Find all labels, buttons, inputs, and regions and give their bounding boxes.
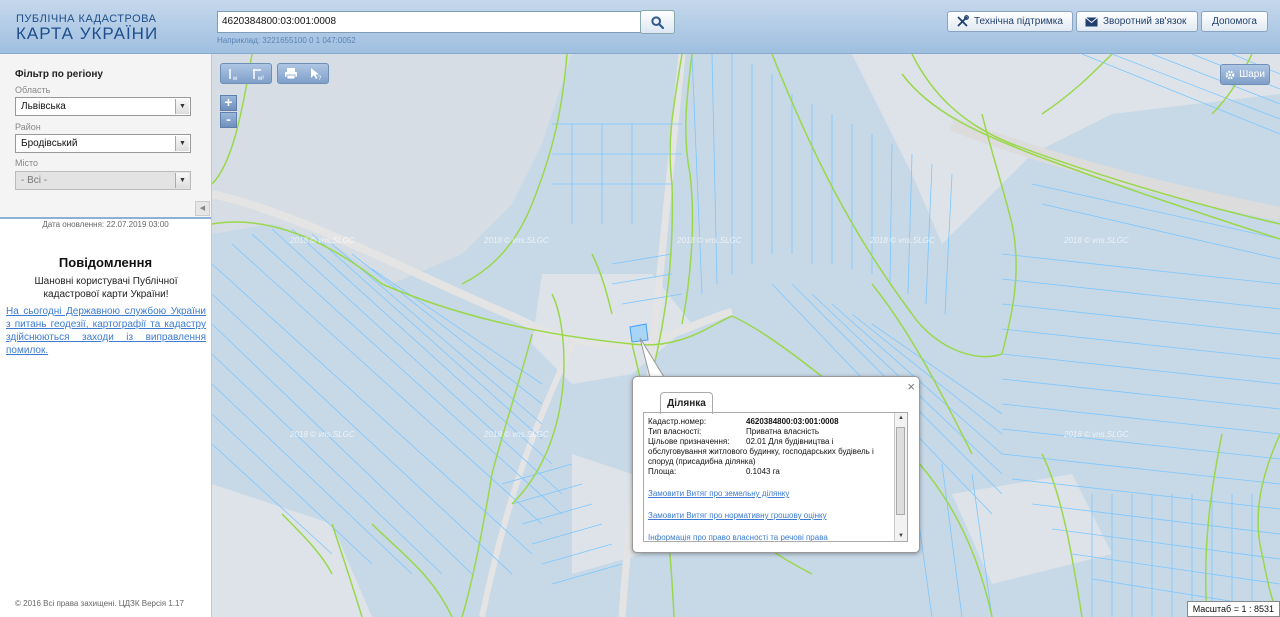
measure-area-button[interactable]: м² (246, 64, 271, 83)
layers-button[interactable]: Шари (1220, 64, 1270, 85)
notice-link[interactable]: На сьогодні Державною службою України з … (6, 305, 206, 357)
logo-line2: КАРТА УКРАЇНИ (16, 24, 159, 43)
purpose-label: Цільове призначення: (648, 437, 730, 446)
search-hint: Наприклад: 3221655100 0 1 047:0052 (217, 36, 356, 45)
cadastral-map[interactable]: 2018 © vns.SLGC 2018 © vns.SLGC 2018 © v… (212, 54, 1280, 617)
map-watermark: 2018 © vns.SLGC (677, 236, 742, 245)
chevron-down-icon: ▼ (175, 99, 189, 114)
parcel-info: Кадастр.номер: 4620384800:03:001:0008 Ти… (648, 417, 888, 541)
feedback-button[interactable]: Зворотний зв'язок (1076, 11, 1198, 32)
copyright: © 2016 Всі права захищені. ЦДЗК Версія 1… (15, 599, 184, 608)
header: ПУБЛІЧНА КАДАСТРОВА КАРТА УКРАЇНИ 462038… (0, 0, 1280, 54)
area-value: 0.1043 га (746, 467, 780, 476)
city-select-value: - Всі - (21, 175, 48, 186)
district-label: Район (15, 122, 41, 132)
chevron-down-icon: ▼ (175, 173, 189, 188)
identify-button[interactable]: ? (303, 64, 328, 83)
tools-icon (957, 15, 969, 27)
purpose-value: 02.01 Для будівництва і (746, 437, 834, 446)
close-icon[interactable]: × (907, 380, 915, 393)
help-label: Допомога (1212, 16, 1257, 27)
sidebar: Фільтр по регіону Область Львівська ▼ Ра… (0, 54, 212, 617)
region-filter: Фільтр по регіону Область Львівська ▼ Ра… (0, 54, 211, 219)
scroll-thumb[interactable] (896, 427, 905, 515)
city-select[interactable]: - Всі - ▼ (15, 171, 191, 190)
region-select[interactable]: Львівська ▼ (15, 97, 191, 116)
chevron-down-icon: ▼ (175, 136, 189, 151)
info-row: Тип власності: Приватна власність (648, 427, 888, 437)
map-watermark: 2018 © vns.SLGC (290, 430, 355, 439)
map-watermark: 2018 © vns.SLGC (870, 236, 935, 245)
ruler-icon: м (228, 68, 237, 81)
help-button[interactable]: Допомога (1201, 11, 1268, 32)
measure-distance-button[interactable]: м (221, 64, 246, 83)
region-label: Область (15, 85, 51, 95)
city-label: Місто (15, 158, 39, 168)
district-select[interactable]: Бродівський ▼ (15, 134, 191, 153)
info-row: Кадастр.номер: 4620384800:03:001:0008 (648, 417, 888, 427)
map-scale: Масштаб = 1 : 8531 (1186, 601, 1280, 617)
scroll-up-icon[interactable]: ▲ (895, 415, 907, 421)
zoom-out-button[interactable]: - (220, 112, 237, 128)
print-button[interactable] (278, 64, 303, 83)
notice-title: Повідомлення (58, 255, 153, 270)
ownership-value: Приватна власність (746, 427, 820, 436)
area-label: Площа: (648, 467, 677, 476)
district-select-value: Бродівський (21, 138, 78, 149)
parcel-popup: × Ділянка Кадастр.номер: 4620384800:03:0… (632, 376, 920, 553)
popup-pointer (639, 338, 665, 378)
search-button[interactable] (640, 10, 675, 34)
svg-text:м: м (233, 76, 237, 81)
cursor-help-icon: ? (310, 67, 322, 81)
order-extract-link[interactable]: Замовити Витяг про земельну ділянку (648, 489, 888, 499)
scroll-down-icon[interactable]: ▼ (895, 533, 907, 539)
printer-icon (284, 68, 297, 80)
info-row: Цільове призначення: 02.01 Для будівницт… (648, 437, 888, 447)
support-label: Технічна підтримка (974, 16, 1063, 27)
info-row: Площа: 0.1043 га (648, 467, 888, 477)
area-ruler-icon: м² (252, 68, 264, 81)
order-valuation-link[interactable]: Замовити Витяг про нормативну грошову оц… (648, 511, 888, 521)
purpose-value-cont: обслуговування житлового будинку, господ… (648, 447, 874, 466)
update-date: Дата оновлення: 22.07.2019 03:00 (42, 220, 169, 229)
cadastral-label: Кадастр.номер: (648, 417, 707, 426)
site-logo[interactable]: ПУБЛІЧНА КАДАСТРОВА КАРТА УКРАЇНИ (16, 13, 158, 43)
feedback-label: Зворотний зв'язок (1103, 16, 1187, 27)
search-input[interactable]: 4620384800:03:001:0008 (217, 11, 641, 33)
print-toolbar: ? (277, 63, 329, 84)
map-watermark: 2018 © vns.SLGC (1064, 430, 1129, 439)
tab-parcel[interactable]: Ділянка (660, 392, 713, 414)
region-select-value: Львівська (21, 101, 66, 112)
layers-label: Шари (1239, 69, 1265, 80)
envelope-icon (1085, 16, 1098, 26)
measure-toolbar: м м² (220, 63, 272, 84)
filter-title: Фільтр по регіону (15, 69, 103, 80)
collapse-sidebar-button[interactable]: ◀ (195, 201, 210, 216)
map-watermark: 2018 © vns.SLGC (484, 430, 549, 439)
svg-text:?: ? (318, 76, 322, 81)
gear-icon (1225, 70, 1235, 79)
popup-scrollbar[interactable]: ▲ ▼ (894, 413, 907, 541)
svg-text:м²: м² (258, 76, 264, 81)
notice-text: Шановні користувачі Публічної кадастрово… (34, 276, 178, 300)
map-watermark: 2018 © vns.SLGC (1064, 236, 1129, 245)
ownership-info-link[interactable]: Інформація про право власності та речові… (648, 533, 888, 541)
cadastral-value: 4620384800:03:001:0008 (746, 417, 839, 426)
popup-body: Кадастр.номер: 4620384800:03:001:0008 Ти… (643, 412, 908, 542)
ownership-label: Тип власності: (648, 427, 702, 436)
search-icon (651, 15, 664, 29)
map-watermark: 2018 © vns.SLGC (484, 236, 549, 245)
zoom-in-button[interactable]: + (220, 95, 237, 111)
support-button[interactable]: Технічна підтримка (947, 11, 1073, 32)
map-watermark: 2018 © vns.SLGC (290, 236, 355, 245)
